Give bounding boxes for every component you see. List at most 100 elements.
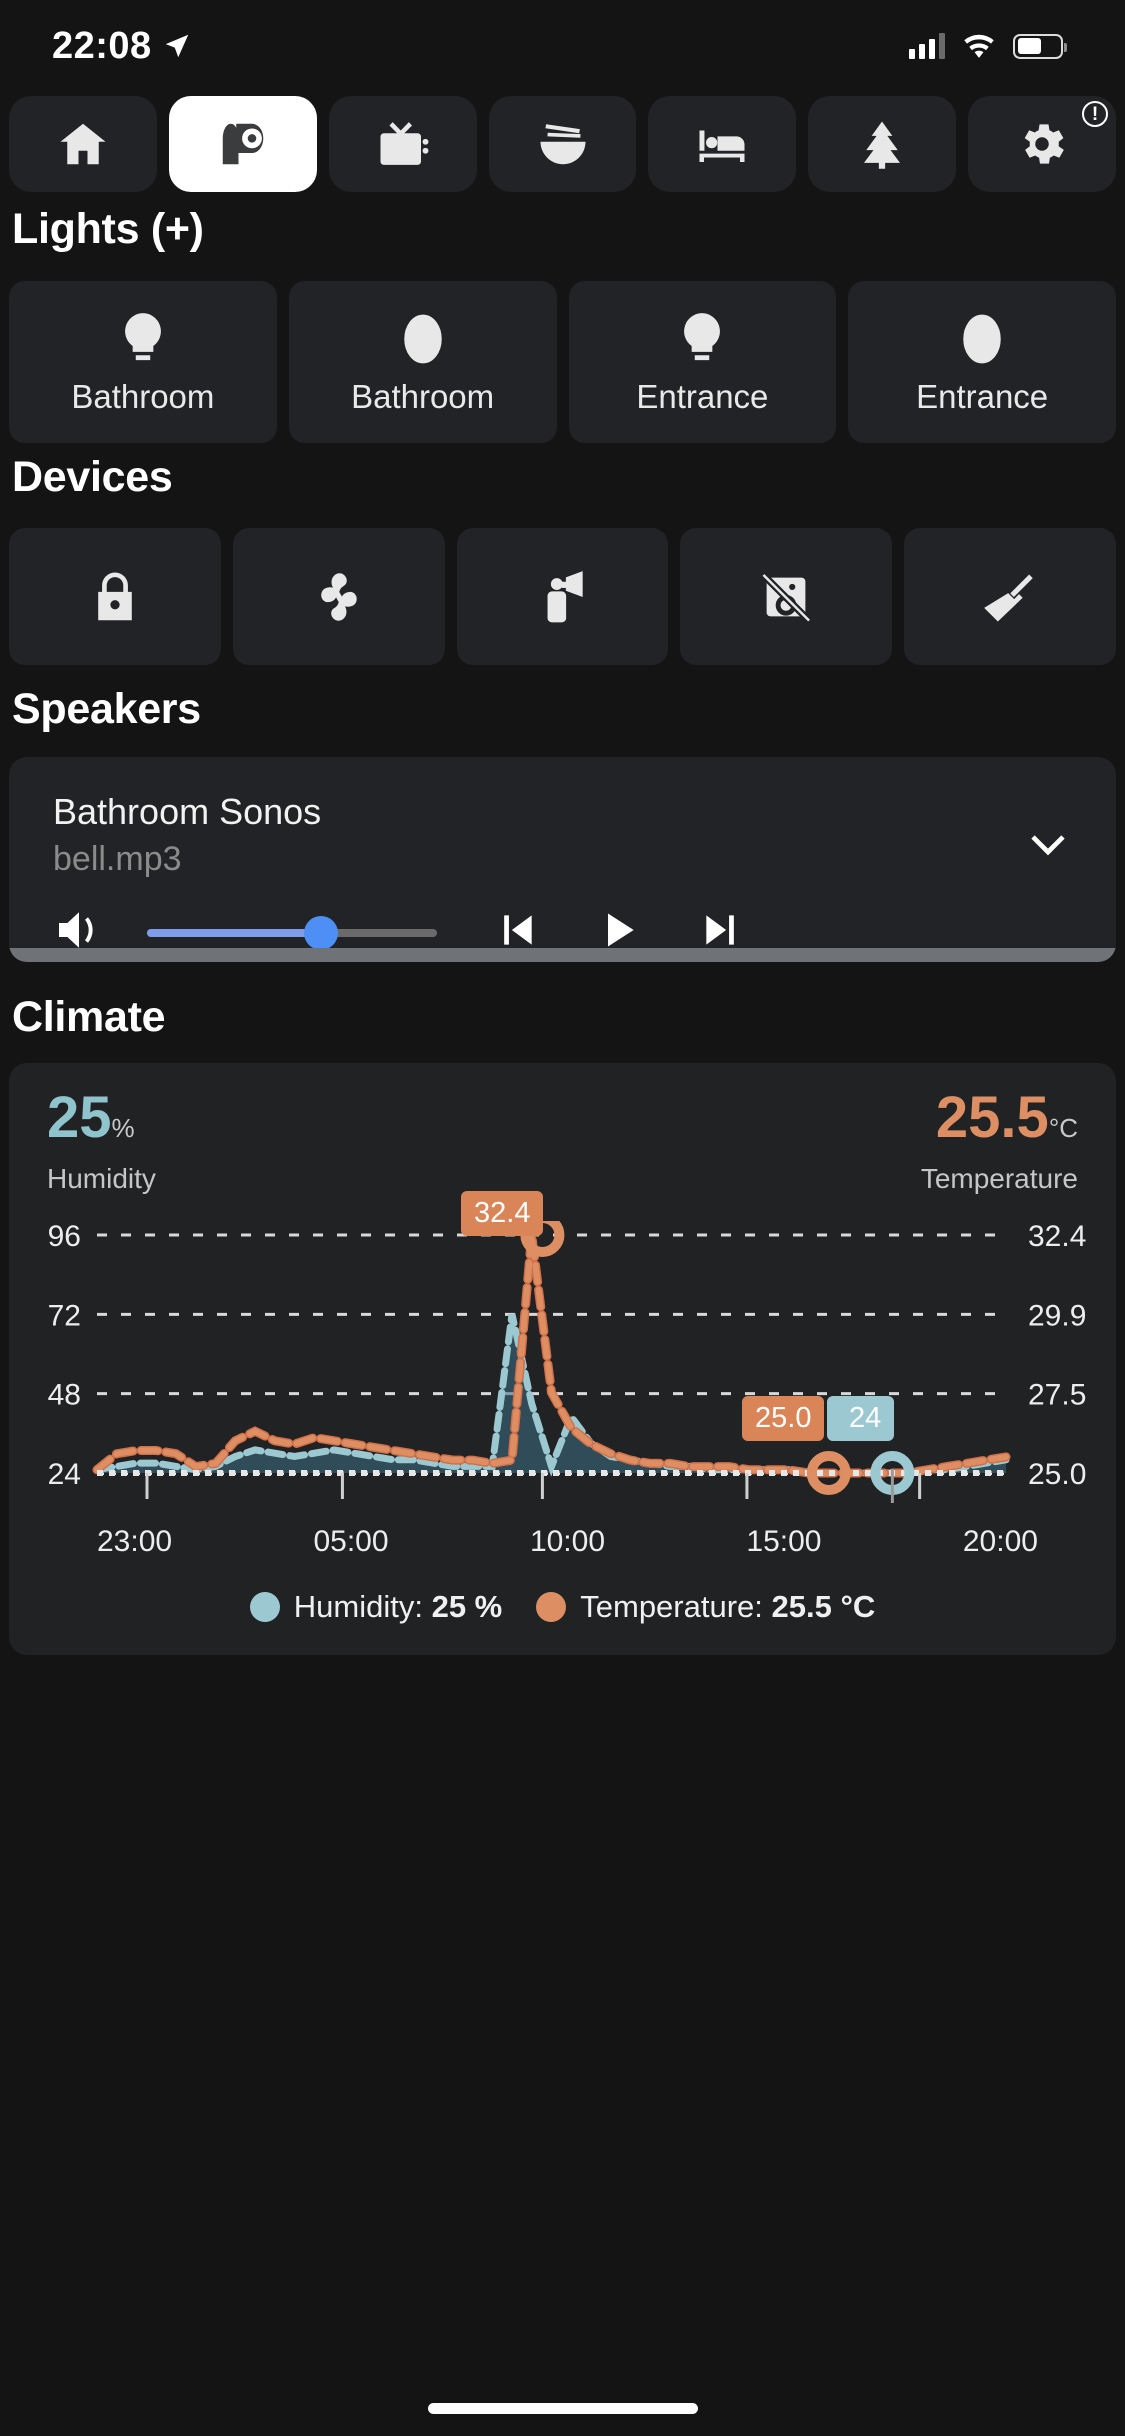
climate-chart[interactable]: 96 72 48 24 32.4 29.9 27.5 25.0 32.4 24 25.0 xyxy=(9,1191,1116,1521)
volume-slider-knob[interactable] xyxy=(304,915,338,950)
devices-row xyxy=(0,528,1125,665)
light-label: Bathroom xyxy=(351,378,495,415)
speaker-collapse-button[interactable] xyxy=(1028,835,1068,859)
tree-icon xyxy=(864,121,901,169)
mirror-light-icon xyxy=(963,314,1001,364)
speaker-media-title: bell.mp3 xyxy=(53,840,182,878)
lock-icon xyxy=(98,571,132,620)
legend-item-humidity: Humidity: 25 % xyxy=(249,1589,503,1625)
tv-icon xyxy=(380,122,429,165)
settings-warning-badge: ! xyxy=(1082,101,1109,127)
area-tab-bar: ! xyxy=(0,96,1125,192)
speaker-name: Bathroom Sonos xyxy=(53,791,322,832)
temperature-readout: 25.5°C Temperature xyxy=(921,1089,1078,1195)
svg-text:32.4: 32.4 xyxy=(1028,1221,1086,1253)
volume-slider-fill xyxy=(147,928,321,937)
svg-text:27.5: 27.5 xyxy=(1028,1379,1086,1412)
humidity-value: 25 xyxy=(47,1085,112,1150)
lights-section-title[interactable]: Lights (+) xyxy=(0,205,1125,254)
humidity-readout: 25% Humidity xyxy=(47,1089,156,1195)
wifi-icon xyxy=(964,34,994,58)
legend-dot-humidity xyxy=(249,1592,280,1622)
tab-home[interactable] xyxy=(9,96,157,192)
last-humidity-badge: 24 xyxy=(827,1396,895,1442)
tab-bedroom[interactable] xyxy=(648,96,797,192)
toilet-paper-icon xyxy=(222,123,264,165)
tab-toilet[interactable] xyxy=(168,96,317,192)
gear-icon xyxy=(1024,124,1064,164)
tab-kitchen[interactable] xyxy=(488,96,637,192)
light-tile-entrance-bulb[interactable]: Entrance xyxy=(568,281,837,443)
noodle-bowl-icon xyxy=(540,124,585,165)
light-label: Bathroom xyxy=(71,378,215,415)
x-tick: 15:00 xyxy=(746,1525,822,1558)
location-arrow-icon xyxy=(165,34,188,58)
status-indicators xyxy=(909,32,1067,60)
status-time: 22:08 xyxy=(52,24,152,67)
temperature-unit: °C xyxy=(1048,1113,1078,1143)
device-tile-vacuum[interactable] xyxy=(904,528,1116,665)
svg-text:96: 96 xyxy=(48,1221,81,1253)
speaker-card: Bathroom Sonos bell.mp3 xyxy=(9,757,1116,962)
device-tile-motion-sensor[interactable] xyxy=(680,528,893,665)
legend-label-humidity: Humidity: 25 % xyxy=(293,1589,503,1624)
light-label: Entrance xyxy=(636,378,769,415)
speakers-section-title: Speakers xyxy=(12,685,201,733)
play-icon xyxy=(608,913,634,947)
climate-readouts: 25% Humidity 25.5°C Temperature xyxy=(9,1089,1116,1195)
climate-section-title: Climate xyxy=(12,993,166,1041)
battery-icon xyxy=(1013,33,1067,59)
device-tile-lock[interactable] xyxy=(9,528,221,665)
humidity-label: Humidity xyxy=(47,1163,156,1194)
peak-temperature-badge: 32.4 xyxy=(461,1191,544,1237)
light-tile-bathroom-bulb[interactable]: Bathroom xyxy=(9,281,277,443)
x-tick: 05:00 xyxy=(313,1525,389,1558)
status-time-group: 22:08 xyxy=(52,25,192,68)
svg-text:24: 24 xyxy=(48,1458,81,1491)
climate-card: 25% Humidity 25.5°C Temperature 96 72 48 24… xyxy=(9,1063,1116,1655)
light-tile-bathroom-mirror[interactable]: Bathroom xyxy=(288,281,557,443)
humidity-value-group: 25% xyxy=(47,1089,156,1147)
air-horn-icon xyxy=(548,570,584,622)
svg-text:72: 72 xyxy=(48,1299,81,1332)
home-icon xyxy=(60,123,106,165)
temperature-label: Temperature xyxy=(920,1163,1078,1194)
legend-item-temperature: Temperature: 25.5 °C xyxy=(536,1589,875,1625)
humidity-unit: % xyxy=(111,1113,135,1143)
chevron-down-icon xyxy=(1031,835,1065,856)
devices-section-title: Devices xyxy=(12,453,173,501)
svg-text:48: 48 xyxy=(48,1379,81,1412)
light-tile-entrance-mirror[interactable]: Entrance xyxy=(848,281,1116,443)
skip-next-icon xyxy=(706,915,734,945)
lightbulb-icon xyxy=(124,313,161,361)
last-temperature-badge: 25.0 xyxy=(742,1396,825,1442)
broom-icon xyxy=(984,574,1033,622)
speaker-volume-icon xyxy=(59,912,93,948)
temperature-value-group: 25.5°C xyxy=(921,1089,1078,1147)
light-label: Entrance xyxy=(916,378,1049,415)
tab-outdoor[interactable] xyxy=(808,96,957,192)
status-bar: 22:08 xyxy=(0,0,1125,92)
mirror-light-icon xyxy=(403,314,442,364)
volume-slider[interactable] xyxy=(147,915,437,950)
device-tile-siren[interactable] xyxy=(456,528,669,665)
horizontal-scroll-indicator[interactable] xyxy=(9,948,1116,962)
fan-icon xyxy=(320,572,357,621)
home-indicator[interactable] xyxy=(427,2403,698,2414)
chart-x-axis-labels: 23:00 05:00 10:00 15:00 20:00 xyxy=(9,1525,1116,1559)
tab-tv[interactable] xyxy=(328,96,477,192)
legend-dot-temperature xyxy=(536,1592,567,1622)
lightbulb-icon xyxy=(684,313,721,361)
tab-settings[interactable]: ! xyxy=(968,96,1117,192)
device-tile-fan[interactable] xyxy=(232,528,445,665)
cellular-signal-icon xyxy=(909,33,945,59)
bed-icon xyxy=(699,130,745,162)
temperature-value: 25.5 xyxy=(935,1085,1049,1150)
climate-chart-svg: 96 72 48 24 32.4 29.9 27.5 25.0 xyxy=(48,1221,1086,1503)
svg-text:29.9: 29.9 xyxy=(1028,1299,1086,1332)
x-tick: 23:00 xyxy=(97,1525,173,1558)
svg-text:25.0: 25.0 xyxy=(1028,1458,1086,1491)
skip-previous-icon xyxy=(504,915,532,945)
lights-row: Bathroom Bathroom Entrance Entrance xyxy=(0,281,1125,443)
chart-legend: Humidity: 25 % Temperature: 25.5 °C xyxy=(9,1589,1116,1625)
